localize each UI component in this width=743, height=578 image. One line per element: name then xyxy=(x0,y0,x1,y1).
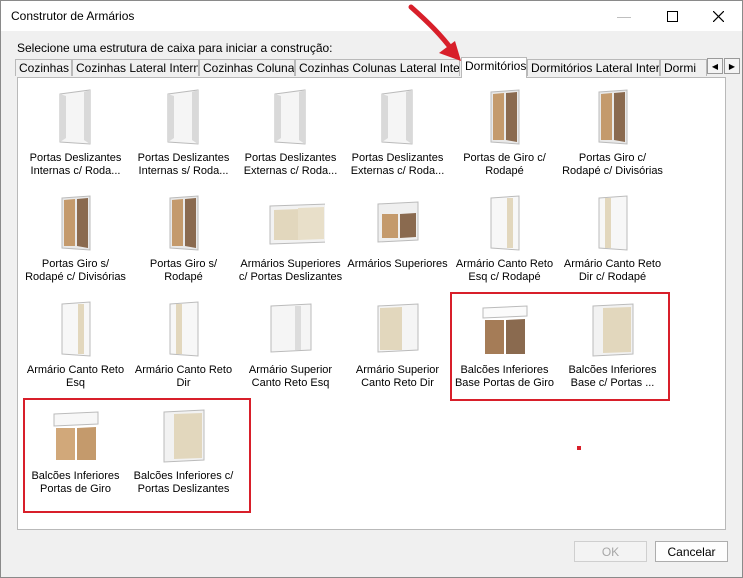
tall-cabinet-open-icon xyxy=(274,89,306,145)
highlight-box xyxy=(23,398,251,513)
cabinet-item[interactable]: Portas Giro s/Rodapé xyxy=(130,188,237,288)
ok-button[interactable]: OK xyxy=(574,541,647,562)
cabinet-item[interactable]: Portas Giro c/Rodapé c/ Divisórias xyxy=(559,82,666,182)
close-icon xyxy=(712,10,724,22)
cabinet-item[interactable]: Armário Canto Reto Dir xyxy=(130,294,237,394)
title-bar: Construtor de Armários — xyxy=(1,1,742,31)
cabinet-item[interactable]: Armários Superiores c/ Portas Deslizantes xyxy=(237,188,344,288)
minimize-icon: — xyxy=(617,8,631,24)
cabinet-caption: Armários Superiores xyxy=(347,258,448,270)
cabinet-item[interactable]: Portas de Giro c/Rodapé xyxy=(451,82,558,182)
tab-scroll-buttons: ◀ ▶ xyxy=(707,58,741,74)
cabinet-item[interactable]: Armário Superior Canto Reto Dir xyxy=(344,294,451,394)
corner-wall-cabinet-icon xyxy=(270,303,312,353)
corner-cabinet-icon xyxy=(490,195,520,251)
tall-cabinet-doors-icon xyxy=(490,89,520,145)
tall-cabinet-doors-icon xyxy=(598,89,628,145)
tall-cabinet-open-icon xyxy=(167,89,199,145)
tab-strip: Cozinhas Cozinhas Lateral Interna Cozinh… xyxy=(15,57,740,78)
cabinet-item[interactable]: Portas Deslizantes Externas c/ Roda... xyxy=(344,82,451,182)
wall-cabinet-sliding-icon xyxy=(269,203,325,245)
highlight-box xyxy=(450,292,670,401)
wall-cabinet-icon xyxy=(377,201,419,243)
cabinet-caption: Armário Canto Reto Esq c/ Rodapé xyxy=(455,258,554,283)
cabinet-item[interactable]: Portas Deslizantes Internas c/ Roda... xyxy=(22,82,129,182)
tab-scroll-left-button[interactable]: ◀ xyxy=(707,58,723,74)
cabinet-item[interactable]: Armários Superiores xyxy=(344,188,451,288)
corner-cabinet-icon xyxy=(61,301,91,357)
cabinet-caption: Portas Deslizantes Internas c/ Roda... xyxy=(29,152,122,177)
cabinet-item[interactable]: Portas Giro s/Rodapé c/ Divisórias xyxy=(22,188,129,288)
tab-scroll-right-button[interactable]: ▶ xyxy=(724,58,740,74)
window-title: Construtor de Armários xyxy=(11,9,135,23)
close-button[interactable] xyxy=(695,1,741,31)
corner-cabinet-icon xyxy=(598,195,628,251)
maximize-button[interactable] xyxy=(649,1,695,31)
instruction-text: Selecione uma estrutura de caixa para in… xyxy=(17,41,333,55)
tab-cozinhas-colunas[interactable]: Cozinhas Colunas xyxy=(199,59,295,76)
cabinet-caption: Portas Giro s/Rodapé xyxy=(149,258,218,283)
cabinet-caption: Armário Canto Reto Esq xyxy=(26,364,125,389)
cabinet-caption: Portas Deslizantes Externas c/ Roda... xyxy=(243,152,338,177)
cabinet-caption: Portas de Giro c/Rodapé xyxy=(463,152,546,177)
cabinet-item[interactable]: Portas Deslizantes Externas c/ Roda... xyxy=(237,82,344,182)
cabinet-caption: Portas Deslizantes Internas s/ Roda... xyxy=(137,152,230,177)
minimize-button[interactable]: — xyxy=(601,1,647,31)
tall-cabinet-open-icon xyxy=(59,89,91,145)
cabinet-caption: Armário Canto Reto Dir xyxy=(134,364,233,389)
cabinet-item[interactable]: Armário Canto Reto Dir c/ Rodapé xyxy=(559,188,666,288)
arrow-left-icon: ◀ xyxy=(711,61,719,71)
cabinet-item[interactable]: Armário Superior Canto Reto Esq xyxy=(237,294,344,394)
tall-cabinet-doors-icon xyxy=(61,195,91,251)
tab-cozinhas[interactable]: Cozinhas xyxy=(15,59,72,76)
cancel-button[interactable]: Cancelar xyxy=(655,541,728,562)
tall-cabinet-open-icon xyxy=(381,89,413,145)
cabinet-caption: Armário Canto Reto Dir c/ Rodapé xyxy=(563,258,662,283)
cabinet-caption: Portas Giro c/Rodapé c/ Divisórias xyxy=(562,152,663,177)
cabinet-item[interactable]: Armário Canto Reto Esq xyxy=(22,294,129,394)
cabinet-item[interactable]: Armário Canto Reto Esq c/ Rodapé xyxy=(451,188,558,288)
red-dot-marker xyxy=(577,446,581,450)
tab-dormi-truncated[interactable]: Dormi xyxy=(660,59,707,76)
maximize-icon xyxy=(666,10,678,22)
tab-dormitorios[interactable]: Dormitórios xyxy=(461,57,527,78)
tab-cozinhas-lateral-interna[interactable]: Cozinhas Lateral Interna xyxy=(72,59,199,76)
tall-cabinet-doors-icon xyxy=(169,195,199,251)
tab-dormitorios-lateral-interna[interactable]: Dormitórios Lateral Interna xyxy=(527,59,660,76)
cabinet-caption: Armário Superior Canto Reto Esq xyxy=(248,364,333,389)
arrow-right-icon: ▶ xyxy=(728,61,736,71)
corner-cabinet-icon xyxy=(169,301,199,357)
cabinet-item[interactable]: Portas Deslizantes Internas s/ Roda... xyxy=(130,82,237,182)
cabinet-caption: Armário Superior Canto Reto Dir xyxy=(355,364,440,389)
dialog-window: Construtor de Armários — Selecione uma e… xyxy=(0,0,743,578)
corner-wall-cabinet-icon xyxy=(377,303,419,353)
cabinet-caption: Portas Deslizantes Externas c/ Roda... xyxy=(350,152,445,177)
cabinet-caption: Armários Superiores c/ Portas Deslizantes xyxy=(238,258,343,283)
cabinet-caption: Portas Giro s/Rodapé c/ Divisórias xyxy=(25,258,126,283)
